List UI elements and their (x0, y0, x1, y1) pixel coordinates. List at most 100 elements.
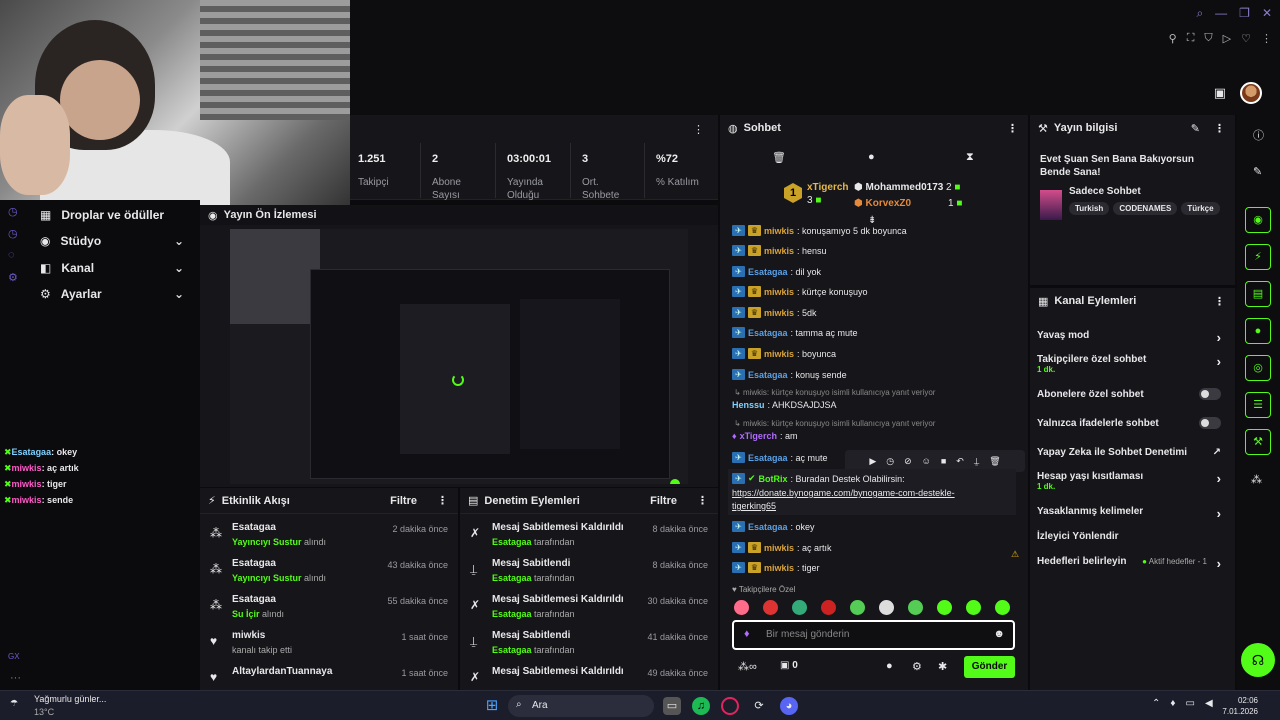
rail-icon[interactable]: ⚙ (8, 271, 18, 284)
mic-icon[interactable]: ♦ (1170, 698, 1175, 709)
reply-icon[interactable]: ↶ (956, 456, 964, 467)
rail-icon[interactable]: ◌ (8, 249, 15, 261)
action-banned-words[interactable]: Yasaklanmış kelimeler › (1037, 506, 1229, 521)
points-icon[interactable]: ⁂∞ (738, 660, 757, 673)
pin-icon[interactable]: ⍊ (974, 456, 979, 467)
search-icon[interactable]: ⌕ (1196, 6, 1203, 21)
heart-icon[interactable]: ♡ (1241, 32, 1251, 45)
rail-icon[interactable]: ◷ (8, 227, 18, 240)
chat-bubble-icon[interactable]: ● (886, 660, 893, 672)
stats-more-icon[interactable]: ⋮ (693, 123, 704, 136)
more-icon[interactable]: ⋮ (1261, 32, 1272, 45)
play-icon[interactable]: ▷ (1223, 32, 1231, 45)
chat-bubble-icon[interactable]: ● (868, 151, 875, 163)
ban-icon[interactable]: ⊘ (904, 456, 912, 467)
timeout-icon[interactable]: ◷ (886, 456, 894, 467)
action-emote-only[interactable]: Yalnızca ifadelerle sohbet (1037, 417, 1229, 429)
emote-icon[interactable]: ☺ (922, 456, 931, 466)
cast-icon[interactable]: ▣ (1214, 85, 1226, 101)
warning-icon[interactable]: ⚠ (1011, 549, 1019, 560)
more-icon[interactable]: ··· (10, 672, 21, 684)
emoji-icon[interactable]: ☻ (993, 628, 1005, 640)
taskbar-search[interactable]: ⌕ Ara (508, 695, 654, 717)
discord-icon[interactable]: ◕ (780, 697, 798, 715)
network-icon[interactable]: ▭ (1186, 698, 1195, 709)
more-icon[interactable]: ⋮ (1214, 295, 1225, 308)
screenshot-icon[interactable]: ⛶ (1187, 32, 1195, 45)
channel-points[interactable]: ▣ 0 (780, 660, 798, 671)
filter-button[interactable]: Filtre (390, 495, 417, 507)
more-icon[interactable]: ⋮ (1007, 122, 1018, 135)
nav-channel[interactable]: ◧ Kanal ⌄ (40, 261, 190, 275)
nav-settings[interactable]: ⚙ Ayarlar ⌄ (40, 287, 190, 301)
clock[interactable]: 02:06 7.01.2026 (1222, 695, 1258, 717)
send-button[interactable]: Gönder (964, 656, 1015, 678)
edit-icon[interactable]: ✎ (1191, 122, 1200, 135)
rail-button[interactable]: ◉ (1245, 207, 1271, 233)
emote-icon[interactable] (879, 600, 894, 615)
toggle[interactable] (1199, 388, 1221, 400)
taskview-icon[interactable]: ▭ (663, 697, 681, 715)
tag[interactable]: Turkish (1069, 202, 1110, 215)
emote-icon[interactable] (850, 600, 865, 615)
emote-icon[interactable] (734, 600, 749, 615)
trash-icon[interactable]: 🗑 (772, 151, 786, 164)
emote-picker-icon[interactable]: ✱ (938, 660, 947, 673)
info-icon[interactable]: ⓘ (1253, 127, 1264, 143)
action-ai-moderation[interactable]: Yapay Zeka ile Sohbet Denetimi ↗ (1037, 447, 1229, 458)
action-followers-only[interactable]: Takipçilere özel sohbet 1 dk. › (1037, 354, 1229, 374)
more-icon[interactable]: ⋮ (1214, 122, 1225, 135)
toggle[interactable] (1199, 417, 1221, 429)
action-subscribers-only[interactable]: Abonelere özel sohbet (1037, 388, 1229, 400)
volume-icon[interactable]: ◀ (1205, 698, 1213, 709)
spotify-icon[interactable]: ♫ (692, 697, 710, 715)
filter-button[interactable]: Filtre (650, 495, 677, 507)
points-icon[interactable]: ⁂ (1251, 473, 1262, 486)
action-raid[interactable]: İzleyici Yönlendir (1037, 531, 1229, 542)
more-icon[interactable]: ⋮ (437, 494, 448, 507)
emote-icon[interactable] (792, 600, 807, 615)
minimize-icon[interactable]: — (1215, 6, 1227, 21)
emote-icon[interactable] (908, 600, 923, 615)
rail-icon[interactable]: ◷ (8, 205, 18, 218)
rail-button[interactable]: ● (1245, 318, 1271, 344)
action-account-age[interactable]: Hesap yaşı kısıtlaması 1 dk. › (1037, 471, 1229, 491)
emote-icon[interactable] (937, 600, 952, 615)
rail-button[interactable]: ◎ (1245, 355, 1271, 381)
copy-icon[interactable]: ■ (941, 456, 946, 466)
tag[interactable]: Türkçe (1181, 202, 1220, 215)
chat-input[interactable]: ♦ Bir mesaj gönderin ☻ (732, 620, 1015, 650)
close-icon[interactable]: ✕ (1262, 6, 1272, 21)
gx-icon[interactable]: GX (8, 652, 20, 661)
rail-button[interactable]: ⚒ (1245, 429, 1271, 455)
trash-icon[interactable]: 🗑 (989, 456, 1000, 467)
emote-icon[interactable] (995, 600, 1010, 615)
avatar[interactable] (1240, 82, 1262, 104)
emote-icon[interactable] (763, 600, 778, 615)
rail-button[interactable]: ☰ (1245, 392, 1271, 418)
tag[interactable]: CODENAMES (1113, 202, 1178, 215)
emote-icon[interactable] (821, 600, 836, 615)
shield-icon[interactable]: ⛉ (1204, 32, 1212, 45)
edit-icon[interactable]: ✎ (1253, 165, 1262, 178)
category-thumbnail[interactable] (1040, 190, 1062, 220)
nav-studio[interactable]: ◉ Stüdyo ⌄ (40, 234, 190, 248)
support-icon[interactable]: ☊ (1241, 643, 1275, 677)
nav-drops[interactable]: ▦ Droplar ve ödüller (40, 208, 190, 222)
preview-video[interactable] (230, 229, 688, 484)
app-icon[interactable]: ⟳ (750, 697, 768, 715)
rail-button[interactable]: ▤ (1245, 281, 1271, 307)
pin-icon[interactable]: ⚲ (1169, 32, 1177, 45)
donation-link[interactable]: https://donate.bynogame.com/bynogame-com… (732, 487, 955, 513)
opera-gx-icon[interactable] (721, 697, 739, 715)
windows-start-icon[interactable]: ⊞ (483, 697, 501, 715)
category-name[interactable]: Sadece Sohbet (1069, 186, 1141, 197)
action-slow-mode[interactable]: Yavaş mod › (1037, 330, 1229, 345)
action-goals[interactable]: Hedefleri belirleyin ● Aktif hedefler - 1… (1037, 556, 1229, 571)
hourglass-icon[interactable]: ⧗ (966, 151, 974, 164)
play-icon[interactable]: ▶ (869, 456, 876, 467)
mic-icon[interactable]: ♦ (744, 628, 750, 640)
chevron-up-icon[interactable]: ⌃ (1152, 698, 1160, 709)
rail-button[interactable]: ⚡ (1245, 244, 1271, 270)
gear-icon[interactable]: ⚙ (912, 660, 922, 673)
